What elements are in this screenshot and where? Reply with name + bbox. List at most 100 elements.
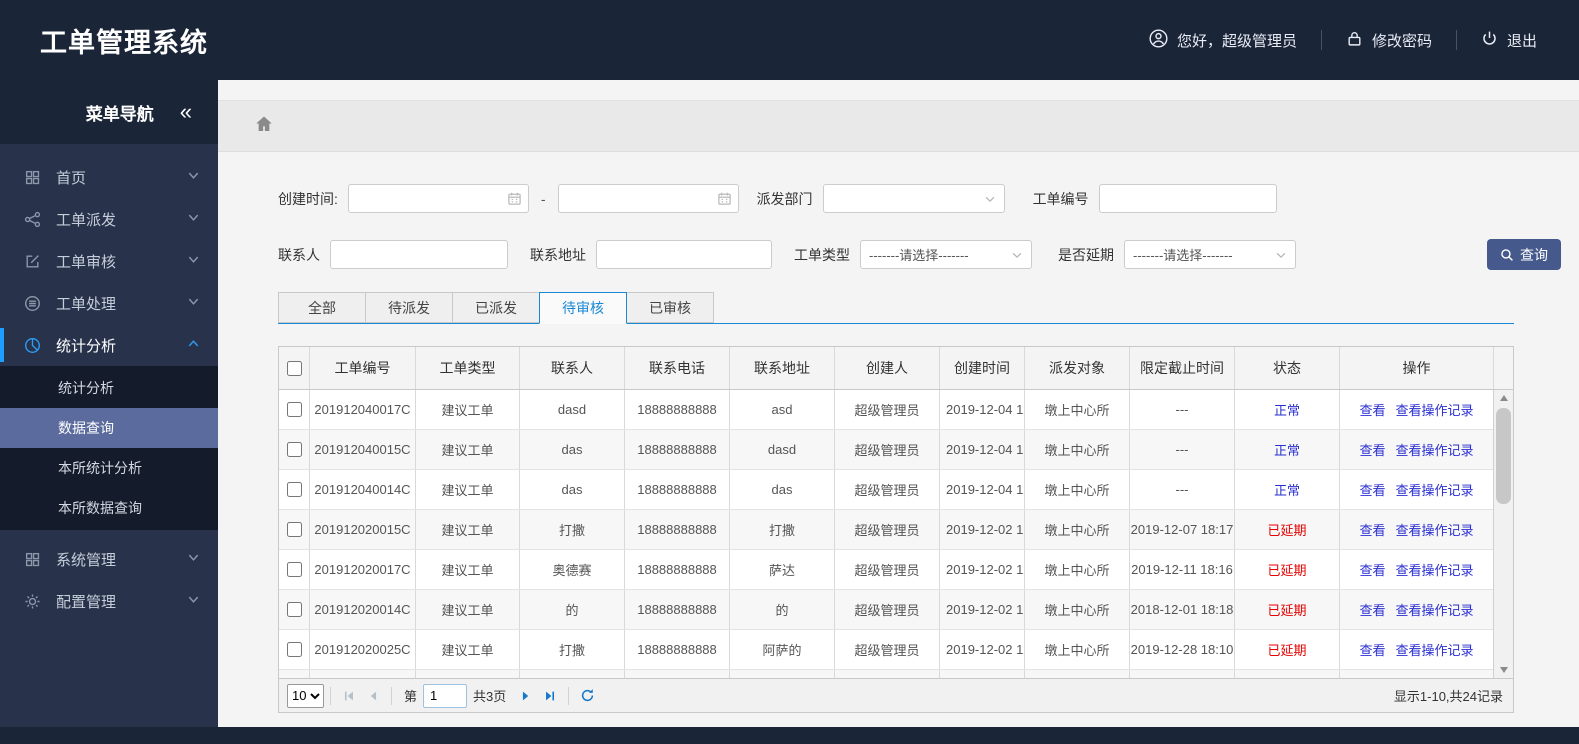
cell-creator: 超级管理员	[834, 630, 939, 669]
address-input[interactable]	[596, 240, 772, 269]
tab-reviewed[interactable]: 已审核	[626, 292, 714, 323]
submenu-item-data-query[interactable]: 数据查询	[0, 408, 218, 448]
sidebar-item-dispatch[interactable]: 工单派发	[0, 198, 218, 240]
cell-address	[729, 670, 834, 678]
refresh-button[interactable]	[575, 684, 599, 708]
scroll-down-icon[interactable]	[1494, 662, 1513, 678]
sidebar-item-system[interactable]: 系统管理	[0, 538, 218, 580]
last-page-button[interactable]	[538, 684, 562, 708]
cell-created-time: 2019-12-02 17	[939, 550, 1024, 589]
cell-dispatch-target: 墩上中心所	[1024, 550, 1129, 589]
view-log-link[interactable]: 查看操作记录	[1396, 520, 1474, 539]
row-checkbox[interactable]	[286, 482, 302, 497]
user-greeting[interactable]: 您好，超级管理员	[1149, 28, 1297, 52]
cell-actions: 查看 查看操作记录	[1339, 430, 1493, 469]
contact-label: 联系人	[278, 246, 320, 263]
view-log-link[interactable]: 查看操作记录	[1396, 560, 1474, 579]
cell-order-type: 建议工单	[415, 630, 519, 669]
scrollbar-thumb[interactable]	[1496, 408, 1511, 504]
logout-link[interactable]: 退出	[1481, 30, 1537, 51]
row-checkbox[interactable]	[286, 442, 302, 457]
sidebar-item-process[interactable]: 工单处理	[0, 282, 218, 324]
row-checkbox[interactable]	[286, 602, 302, 617]
home-icon[interactable]	[254, 114, 274, 139]
view-log-link[interactable]: 查看操作记录	[1396, 600, 1474, 619]
create-time-start-input[interactable]	[347, 184, 529, 213]
prev-page-button[interactable]	[361, 684, 385, 708]
search-button[interactable]: 查询	[1487, 239, 1561, 270]
cell-created-time: 2019-12-02 16	[939, 590, 1024, 629]
next-page-button[interactable]	[514, 684, 538, 708]
delay-select[interactable]: -------请选择-------	[1124, 240, 1296, 269]
tab-dispatched[interactable]: 已派发	[452, 292, 540, 323]
select-all-checkbox[interactable]	[286, 360, 302, 376]
tab-pending-review[interactable]: 待审核	[539, 292, 627, 324]
calendar-icon	[717, 192, 731, 205]
main-content: 创建时间: - 派发部门 工单编号 联系人 联系地址 工单类型 -------请…	[218, 80, 1579, 727]
view-log-link[interactable]: 查看操作记录	[1396, 400, 1474, 419]
submenu-item-local-statistics[interactable]: 本所统计分析	[0, 448, 218, 488]
select-all-cell	[279, 347, 309, 389]
cell-order-type: 建议工单	[415, 550, 519, 589]
row-checkbox[interactable]	[286, 402, 302, 417]
status-badge: 已延期	[1234, 630, 1339, 669]
create-time-end-input[interactable]	[557, 184, 739, 213]
collapse-sidebar-icon[interactable]: «	[180, 101, 192, 123]
submenu-item-local-data-query[interactable]: 本所数据查询	[0, 488, 218, 528]
sidebar-item-home[interactable]: 首页	[0, 156, 218, 198]
view-link[interactable]: 查看	[1359, 400, 1385, 419]
grid-icon	[22, 169, 42, 186]
cell-phone: 18888888888	[624, 630, 729, 669]
cell-order-type: 建议工单	[415, 590, 519, 629]
tab-all[interactable]: 全部	[278, 292, 366, 323]
view-link[interactable]: 查看	[1359, 640, 1385, 659]
first-page-button[interactable]	[337, 684, 361, 708]
row-checkbox[interactable]	[286, 562, 302, 577]
column-header: 操作	[1339, 347, 1493, 389]
cell-contact: das	[519, 470, 624, 509]
table-body-viewport: 201912040017C 建议工单 dasd 18888888888 asd …	[279, 390, 1513, 678]
sidebar-item-label: 首页	[56, 169, 87, 187]
chevron-down-icon	[1012, 252, 1022, 258]
cell-actions: 查看 查看操作记录	[1339, 590, 1493, 629]
dispatch-dept-select[interactable]	[822, 184, 1005, 213]
page-number-input[interactable]	[423, 683, 468, 708]
view-link[interactable]: 查看	[1359, 600, 1385, 619]
page-size-select[interactable]: 10	[287, 683, 324, 708]
cell-created-time	[939, 670, 1024, 678]
sidebar-item-config[interactable]: 配置管理	[0, 580, 218, 622]
row-select-cell	[279, 550, 309, 589]
sidebar-item-review[interactable]: 工单审核	[0, 240, 218, 282]
page-prefix-label: 第	[404, 689, 418, 704]
change-password-link[interactable]: 修改密码	[1346, 30, 1432, 51]
cell-creator: 超级管理员	[834, 550, 939, 589]
cell-deadline: 2019-12-07 18:17	[1129, 510, 1234, 549]
view-log-link[interactable]: 查看操作记录	[1396, 440, 1474, 459]
contact-input[interactable]	[330, 240, 508, 269]
sidebar-item-statistics[interactable]: 统计分析	[0, 324, 218, 366]
view-link[interactable]: 查看	[1359, 560, 1385, 579]
table-scrollbar[interactable]	[1493, 390, 1513, 678]
cell-order-no: 201912040014C	[309, 470, 415, 509]
view-log-link[interactable]: 查看操作记录	[1396, 480, 1474, 499]
order-no-input[interactable]	[1098, 184, 1277, 213]
statistics-submenu: 统计分析 数据查询 本所统计分析 本所数据查询	[0, 366, 218, 530]
scroll-up-icon[interactable]	[1494, 390, 1513, 406]
submenu-item-statistics[interactable]: 统计分析	[0, 368, 218, 408]
cell-order-no: 201912040015C	[309, 430, 415, 469]
view-log-link[interactable]: 查看操作记录	[1396, 640, 1474, 659]
create-time-end-wrap	[557, 184, 739, 213]
create-time-start-wrap	[347, 184, 529, 213]
column-header: 联系地址	[729, 347, 834, 389]
cell-phone: 18888888888	[624, 550, 729, 589]
tab-to-dispatch[interactable]: 待派发	[365, 292, 453, 323]
column-header: 创建时间	[939, 347, 1024, 389]
order-type-select[interactable]: -------请选择-------	[860, 240, 1032, 269]
row-checkbox[interactable]	[286, 522, 302, 537]
view-link[interactable]: 查看	[1359, 440, 1385, 459]
column-header: 联系人	[519, 347, 624, 389]
view-link[interactable]: 查看	[1359, 520, 1385, 539]
row-checkbox[interactable]	[286, 642, 302, 657]
status-badge: 正常	[1234, 430, 1339, 469]
view-link[interactable]: 查看	[1359, 480, 1385, 499]
